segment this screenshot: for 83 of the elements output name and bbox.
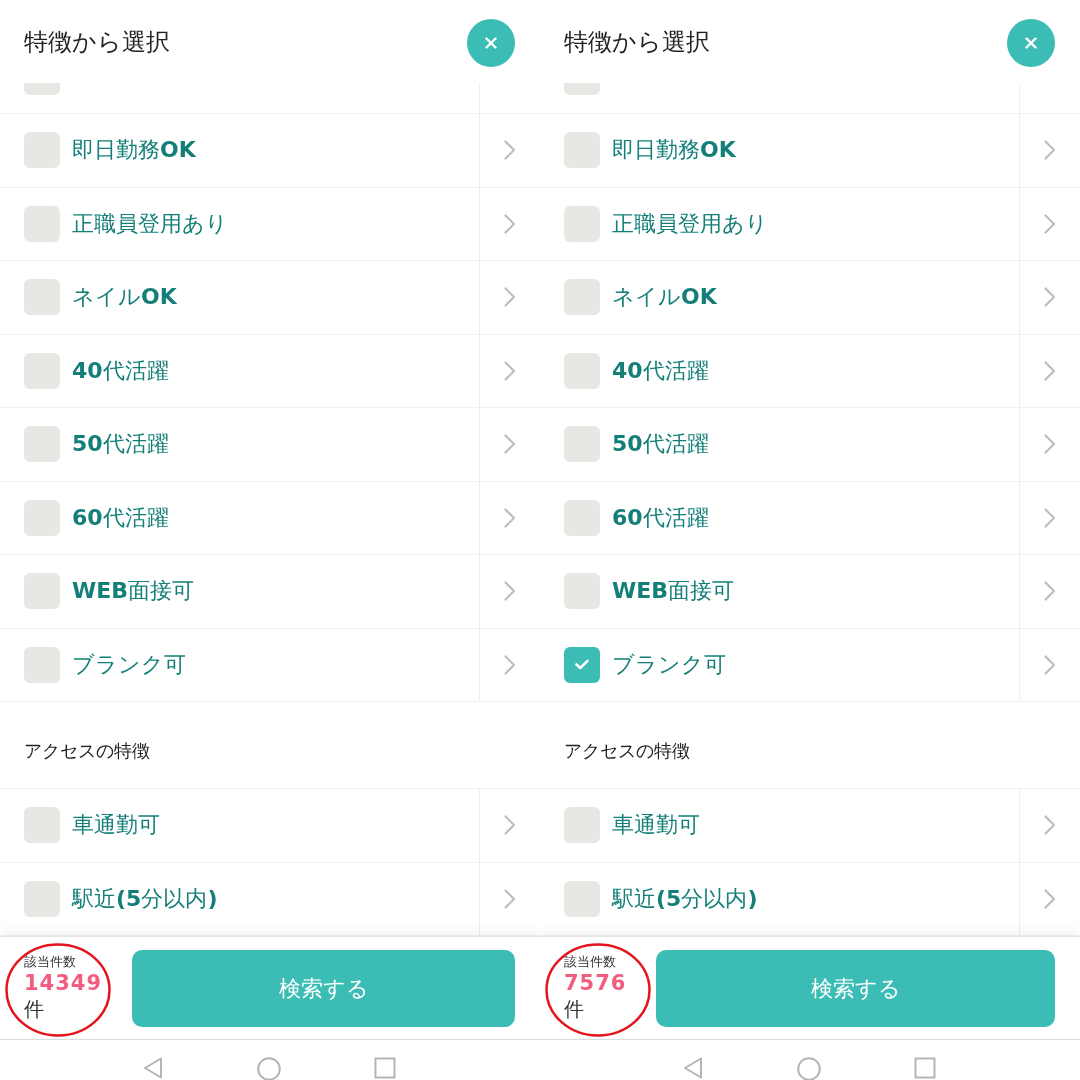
chevron-right-icon[interactable] [504,140,516,161]
option-label[interactable]: 車通勤可 [612,814,700,837]
chevron-right-icon[interactable] [1044,213,1056,234]
option-label[interactable]: 正職員登用あり [612,212,768,235]
chevron-right-icon[interactable] [1044,888,1056,909]
close-button[interactable] [467,19,515,67]
chevron-right-icon[interactable] [504,581,516,602]
option-label[interactable]: 駅近(5分以内) [612,887,758,910]
option-label[interactable]: 50代活躍 [612,433,709,456]
chevron-right-icon[interactable] [504,360,516,381]
count-label: 該当件数 [24,954,77,970]
chevron-right-icon[interactable] [1044,581,1056,602]
checkbox[interactable] [24,880,60,917]
checkbox[interactable] [24,132,60,169]
chevron-right-icon[interactable] [504,815,516,836]
section-heading: アクセスの特徴 [24,742,150,760]
count-unit: 件 [24,996,45,1022]
checkbox[interactable] [24,646,60,683]
checkbox[interactable] [564,573,600,610]
checkbox[interactable] [564,279,600,316]
option-label[interactable]: 即日勤務OK [72,139,196,162]
close-icon [485,37,497,49]
checkbox[interactable] [564,205,600,242]
recents-icon[interactable] [914,1057,936,1079]
dialog-title: 特徴から選択 [564,29,710,54]
chevron-right-icon[interactable] [504,888,516,909]
close-button[interactable] [1007,19,1055,67]
option-label[interactable]: 40代活躍 [72,359,169,382]
chevron-right-icon[interactable] [504,213,516,234]
option-label[interactable]: 正職員登用あり [72,212,228,235]
chevron-right-icon[interactable] [1044,507,1056,528]
option-label[interactable]: 車通勤可 [72,814,160,837]
checkbox[interactable] [24,352,60,389]
checkbox[interactable] [24,205,60,242]
check-icon [575,659,589,671]
checkbox[interactable] [564,132,600,169]
option-label[interactable]: ネイルOK [612,286,717,309]
checkbox[interactable] [564,499,600,536]
count-unit: 件 [564,996,585,1022]
checkbox[interactable] [564,426,600,463]
option-label[interactable]: 50代活躍 [72,433,169,456]
chevron-right-icon[interactable] [1044,140,1056,161]
option-label[interactable]: WEB面接可 [612,580,735,603]
section-heading: アクセスの特徴 [564,742,690,760]
checkbox[interactable] [564,807,600,844]
chevron-right-icon[interactable] [504,434,516,455]
option-label[interactable]: WEB面接可 [72,580,195,603]
back-icon[interactable] [142,1057,164,1079]
option-label[interactable]: 60代活躍 [72,506,169,529]
chevron-right-icon[interactable] [1044,434,1056,455]
back-icon[interactable] [682,1057,704,1079]
option-label[interactable]: 即日勤務OK [612,139,736,162]
checkbox[interactable] [564,646,600,683]
chevron-right-icon[interactable] [1044,287,1056,308]
option-label[interactable]: ネイルOK [72,286,177,309]
checkbox[interactable] [24,499,60,536]
chevron-right-icon[interactable] [504,654,516,675]
result-count: 7576 [564,970,627,996]
home-icon[interactable] [797,1057,821,1080]
chevron-right-icon[interactable] [1044,815,1056,836]
checkbox[interactable] [564,83,600,95]
option-label[interactable]: 40代活躍 [612,359,709,382]
count-label: 該当件数 [564,954,617,970]
recents-icon[interactable] [374,1057,396,1079]
close-icon [1025,37,1037,49]
checkbox[interactable] [564,352,600,389]
checkbox[interactable] [24,83,60,95]
checkbox[interactable] [24,807,60,844]
option-label[interactable]: ブランク可 [612,653,726,676]
checkbox[interactable] [24,279,60,316]
result-count: 14349 [24,970,103,996]
checkbox[interactable] [564,880,600,917]
option-label[interactable]: 60代活躍 [612,506,709,529]
chevron-right-icon[interactable] [504,507,516,528]
checkbox[interactable] [24,573,60,610]
dialog-title: 特徴から選択 [24,29,170,54]
option-label[interactable]: ブランク可 [72,653,186,676]
chevron-right-icon[interactable] [1044,360,1056,381]
chevron-right-icon[interactable] [1044,654,1056,675]
chevron-right-icon[interactable] [504,287,516,308]
home-icon[interactable] [257,1057,281,1080]
option-label[interactable]: 駅近(5分以内) [72,887,218,910]
checkbox[interactable] [24,426,60,463]
